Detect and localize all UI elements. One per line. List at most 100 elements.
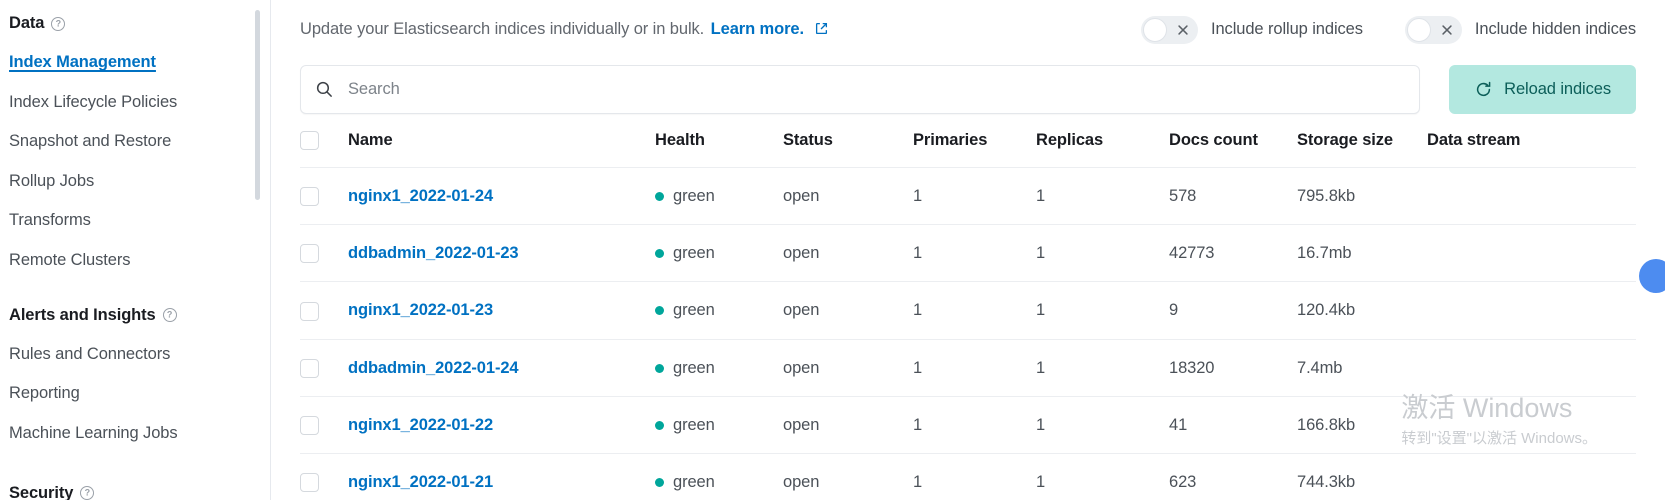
include-rollup-indices-label: Include rollup indices bbox=[1211, 20, 1363, 38]
cell-storage-size: 795.8kb bbox=[1297, 167, 1427, 225]
cell-primaries: 1 bbox=[913, 281, 1036, 340]
cell-name: ddbadmin_2022-01-23 bbox=[348, 224, 655, 282]
table-row[interactable]: nginx1_2022-01-24 green open 1 1 578 795… bbox=[300, 167, 1636, 225]
sidebar-item-machine-learning-jobs[interactable]: Machine Learning Jobs bbox=[0, 424, 271, 443]
help-circle-icon[interactable] bbox=[51, 16, 66, 31]
index-name-link[interactable]: nginx1_2022-01-24 bbox=[348, 187, 493, 205]
row-select-cell bbox=[300, 338, 348, 397]
help-circle-icon[interactable] bbox=[162, 308, 177, 322]
cell-replicas: 1 bbox=[1036, 224, 1169, 282]
indices-table-head: Name Health Status Primaries Replicas Do… bbox=[300, 131, 1636, 168]
cell-status: open bbox=[783, 281, 913, 340]
sidebar-item-label: Index Management bbox=[9, 53, 156, 71]
cell-health: green bbox=[655, 452, 783, 500]
cell-docs-count: 42773 bbox=[1169, 224, 1297, 282]
cell-name: nginx1_2022-01-23 bbox=[348, 281, 655, 340]
sidebar-item-transforms[interactable]: Transforms bbox=[0, 211, 271, 230]
page-description: Update your Elasticsearch indices indivi… bbox=[300, 20, 828, 39]
cell-primaries: 1 bbox=[913, 167, 1036, 225]
column-header-health[interactable]: Health bbox=[655, 131, 783, 168]
sidebar-item-index-management[interactable]: Index Management bbox=[0, 53, 271, 72]
column-header-primaries[interactable]: Primaries bbox=[913, 131, 1036, 168]
table-row[interactable]: ddbadmin_2022-01-23 green open 1 1 42773… bbox=[300, 224, 1636, 282]
health-label: green bbox=[673, 415, 715, 434]
sidebar-group-data: Data bbox=[0, 14, 271, 33]
row-select-cell bbox=[300, 167, 348, 225]
sidebar-item-snapshot-and-restore[interactable]: Snapshot and Restore bbox=[0, 132, 271, 151]
indices-table-body: nginx1_2022-01-24 green open 1 1 578 795… bbox=[300, 167, 1636, 500]
row-checkbox[interactable] bbox=[300, 244, 319, 264]
index-name-link[interactable]: nginx1_2022-01-21 bbox=[348, 473, 493, 491]
sidebar-item-remote-clusters[interactable]: Remote Clusters bbox=[0, 251, 271, 270]
table-row[interactable]: ddbadmin_2022-01-24 green open 1 1 18320… bbox=[300, 338, 1636, 397]
select-all-checkbox[interactable] bbox=[300, 131, 319, 151]
cell-data-stream bbox=[1427, 224, 1636, 282]
cell-data-stream bbox=[1427, 167, 1636, 225]
cell-storage-size: 7.4mb bbox=[1297, 338, 1427, 397]
sidebar-item-rules-and-connectors[interactable]: Rules and Connectors bbox=[0, 345, 271, 364]
row-select-cell bbox=[300, 281, 348, 340]
search-icon bbox=[315, 80, 334, 99]
health-status-dot bbox=[655, 363, 664, 373]
sidebar-scrollbar-thumb[interactable] bbox=[255, 10, 260, 200]
cell-docs-count: 623 bbox=[1169, 452, 1297, 500]
row-select-cell bbox=[300, 395, 348, 454]
sidebar-item-index-lifecycle-policies[interactable]: Index Lifecycle Policies bbox=[0, 93, 271, 112]
column-header-replicas[interactable]: Replicas bbox=[1036, 131, 1169, 168]
sidebar-group-data-label: Data bbox=[9, 14, 45, 32]
column-header-data-stream[interactable]: Data stream bbox=[1427, 131, 1636, 168]
sidebar-item-label: Rollup Jobs bbox=[9, 171, 95, 190]
cell-docs-count: 9 bbox=[1169, 281, 1297, 340]
cell-status: open bbox=[783, 395, 913, 454]
cell-replicas: 1 bbox=[1036, 395, 1169, 454]
index-name-link[interactable]: ddbadmin_2022-01-23 bbox=[348, 244, 519, 262]
row-checkbox[interactable] bbox=[300, 301, 319, 321]
cell-replicas: 1 bbox=[1036, 167, 1169, 225]
cell-data-stream bbox=[1427, 338, 1636, 397]
row-checkbox[interactable] bbox=[300, 415, 319, 435]
table-row[interactable]: nginx1_2022-01-21 green open 1 1 623 744… bbox=[300, 452, 1636, 500]
page-description-text: Update your Elasticsearch indices indivi… bbox=[300, 20, 705, 38]
external-link-icon[interactable] bbox=[815, 22, 828, 35]
index-name-link[interactable]: nginx1_2022-01-22 bbox=[348, 416, 493, 434]
cell-docs-count: 578 bbox=[1169, 167, 1297, 225]
sidebar-content: Data Index Management Index Lifecycle Po… bbox=[0, 0, 271, 500]
main-content: Update your Elasticsearch indices indivi… bbox=[271, 0, 1665, 500]
column-header-status[interactable]: Status bbox=[783, 131, 913, 168]
cell-replicas: 1 bbox=[1036, 338, 1169, 397]
sidebar-group-alerts-and-insights: Alerts and Insights bbox=[0, 306, 271, 325]
table-row[interactable]: nginx1_2022-01-23 green open 1 1 9 120.4… bbox=[300, 281, 1636, 340]
sidebar-group-alerts-label: Alerts and Insights bbox=[9, 305, 156, 324]
sidebar: Data Index Management Index Lifecycle Po… bbox=[0, 0, 271, 500]
column-header-storage-size[interactable]: Storage size bbox=[1297, 131, 1427, 168]
learn-more-link[interactable]: Learn more. bbox=[711, 20, 804, 38]
cell-name: nginx1_2022-01-21 bbox=[348, 452, 655, 500]
cell-primaries: 1 bbox=[913, 395, 1036, 454]
row-checkbox[interactable] bbox=[300, 358, 319, 378]
column-header-docs-count[interactable]: Docs count bbox=[1169, 131, 1297, 168]
column-header-name[interactable]: Name bbox=[348, 131, 655, 168]
row-checkbox[interactable] bbox=[300, 187, 319, 207]
search-box[interactable] bbox=[300, 65, 1421, 114]
cell-status: open bbox=[783, 452, 913, 500]
table-row[interactable]: nginx1_2022-01-22 green open 1 1 41 166.… bbox=[300, 395, 1636, 454]
reload-indices-button[interactable]: Reload indices bbox=[1449, 65, 1636, 114]
cell-name: nginx1_2022-01-22 bbox=[348, 395, 655, 454]
include-rollup-indices-toggle[interactable] bbox=[1141, 15, 1198, 44]
search-input[interactable] bbox=[346, 79, 1406, 100]
index-name-link[interactable]: nginx1_2022-01-23 bbox=[348, 301, 493, 319]
sidebar-item-reporting[interactable]: Reporting bbox=[0, 384, 271, 403]
health-status-dot bbox=[655, 420, 664, 430]
row-checkbox[interactable] bbox=[300, 472, 319, 492]
index-name-link[interactable]: ddbadmin_2022-01-24 bbox=[348, 359, 519, 377]
cell-name: nginx1_2022-01-24 bbox=[348, 167, 655, 225]
cell-replicas: 1 bbox=[1036, 281, 1169, 340]
sidebar-item-rollup-jobs[interactable]: Rollup Jobs bbox=[0, 172, 271, 191]
cell-health: green bbox=[655, 224, 783, 282]
health-status-dot bbox=[655, 306, 664, 316]
reload-indices-label: Reload indices bbox=[1504, 80, 1611, 98]
help-circle-icon[interactable] bbox=[80, 486, 95, 500]
health-label: green bbox=[673, 244, 715, 263]
include-hidden-indices-toggle[interactable] bbox=[1404, 15, 1462, 44]
sidebar-item-label: Snapshot and Restore bbox=[9, 132, 172, 150]
